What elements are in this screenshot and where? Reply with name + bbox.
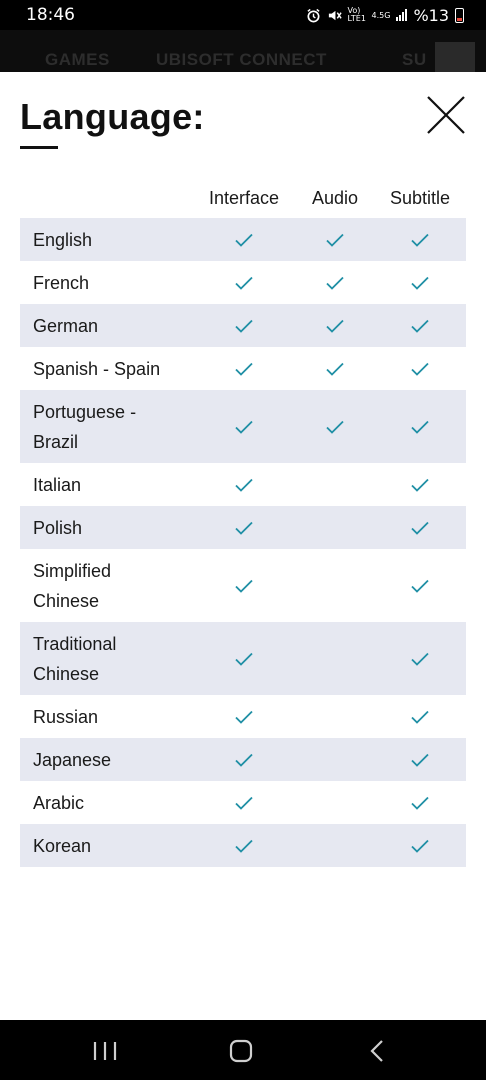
checkmark-icon	[234, 477, 254, 493]
checkmark-icon	[234, 275, 254, 291]
checkmark-icon	[410, 709, 430, 725]
checkmark-icon	[410, 578, 430, 594]
network-type: 4.5G	[371, 10, 391, 20]
nav-partial: SU	[402, 50, 427, 69]
back-icon	[370, 1040, 383, 1062]
checkmark-icon	[325, 275, 345, 291]
checkmark-icon	[410, 838, 430, 854]
checkmark-icon	[234, 709, 254, 725]
battery-percent: %13	[413, 5, 449, 25]
modal-title: Language:	[20, 96, 205, 137]
language-table: Interface Audio Subtitle English French Ge…	[20, 182, 466, 867]
system-nav-bar	[0, 1020, 486, 1080]
close-button[interactable]	[425, 94, 467, 136]
home-icon	[229, 1039, 253, 1063]
column-header-subtitle: Subtitle	[389, 188, 451, 208]
language-row: Japanese	[20, 738, 466, 781]
language-name: Korean	[33, 835, 92, 856]
checkmark-icon	[325, 361, 345, 377]
language-row: Russian	[20, 695, 466, 738]
language-name: German	[33, 315, 99, 336]
language-name: English	[33, 229, 93, 250]
status-bar: 18:46 Vo) LTE1 4.5G %13	[0, 0, 486, 30]
recents-button[interactable]	[85, 1038, 125, 1064]
close-icon	[427, 96, 465, 134]
checkmark-icon	[234, 419, 254, 435]
language-name: Simplified Chinese	[33, 560, 112, 611]
language-name: French	[33, 272, 90, 293]
checkmark-icon	[234, 361, 254, 377]
network-label: Vo) LTE1	[347, 6, 366, 23]
checkmark-icon	[410, 651, 430, 667]
checkmark-icon	[410, 477, 430, 493]
status-icons: Vo) LTE1 4.5G %13	[306, 6, 464, 25]
language-name: Polish	[33, 517, 83, 538]
alarm-icon	[306, 8, 320, 22]
checkmark-icon	[410, 361, 430, 377]
checkmark-icon	[234, 752, 254, 768]
nav-games: GAMES	[45, 50, 110, 69]
checkmark-icon	[410, 318, 430, 334]
checkmark-icon	[410, 275, 430, 291]
title-underline	[20, 146, 58, 149]
background-site-nav: GAMES UBISOFT CONNECT SU	[0, 30, 486, 74]
language-name: Italian	[33, 474, 82, 495]
status-time: 18:46	[26, 5, 75, 25]
language-name: Russian	[33, 706, 99, 727]
nav-ubisoft-connect: UBISOFT CONNECT	[156, 50, 327, 69]
language-row: Traditional Chinese	[20, 622, 466, 695]
back-button[interactable]	[358, 1038, 398, 1064]
language-modal: Language: Interface Audio Subtitle Engli…	[0, 72, 486, 1020]
checkmark-icon	[410, 419, 430, 435]
language-row: Italian	[20, 463, 466, 506]
table-body: English French German Spanish - Spain Portug…	[20, 218, 466, 867]
language-name: Arabic	[33, 792, 85, 813]
home-button[interactable]	[221, 1038, 261, 1064]
checkmark-icon	[234, 520, 254, 536]
checkmark-icon	[410, 520, 430, 536]
recents-icon	[93, 1042, 117, 1060]
signal-icon	[396, 9, 408, 21]
language-row: Simplified Chinese	[20, 549, 466, 622]
table-header: Interface Audio Subtitle	[20, 182, 466, 218]
checkmark-icon	[234, 318, 254, 334]
checkmark-icon	[234, 578, 254, 594]
language-name: Traditional Chinese	[33, 633, 117, 684]
checkmark-icon	[410, 752, 430, 768]
language-name: Japanese	[33, 749, 112, 770]
checkmark-icon	[325, 318, 345, 334]
language-name: Spanish - Spain	[33, 358, 161, 379]
column-header-audio: Audio	[311, 188, 359, 208]
language-name: Portuguese - Brazil	[33, 401, 137, 452]
checkmark-icon	[325, 419, 345, 435]
checkmark-icon	[234, 651, 254, 667]
checkmark-icon	[325, 232, 345, 248]
language-row: Spanish - Spain	[20, 347, 466, 390]
column-header-interface: Interface	[208, 188, 280, 208]
battery-icon	[455, 7, 464, 23]
checkmark-icon	[410, 795, 430, 811]
language-row: Portuguese - Brazil	[20, 390, 466, 463]
language-row: Arabic	[20, 781, 466, 824]
checkmark-icon	[234, 838, 254, 854]
checkmark-icon	[410, 232, 430, 248]
language-row: Polish	[20, 506, 466, 549]
language-row: Korean	[20, 824, 466, 867]
checkmark-icon	[234, 232, 254, 248]
language-row: French	[20, 261, 466, 304]
language-row: English	[20, 218, 466, 261]
language-row: German	[20, 304, 466, 347]
mute-icon	[328, 10, 342, 20]
avatar	[435, 42, 475, 74]
checkmark-icon	[234, 795, 254, 811]
